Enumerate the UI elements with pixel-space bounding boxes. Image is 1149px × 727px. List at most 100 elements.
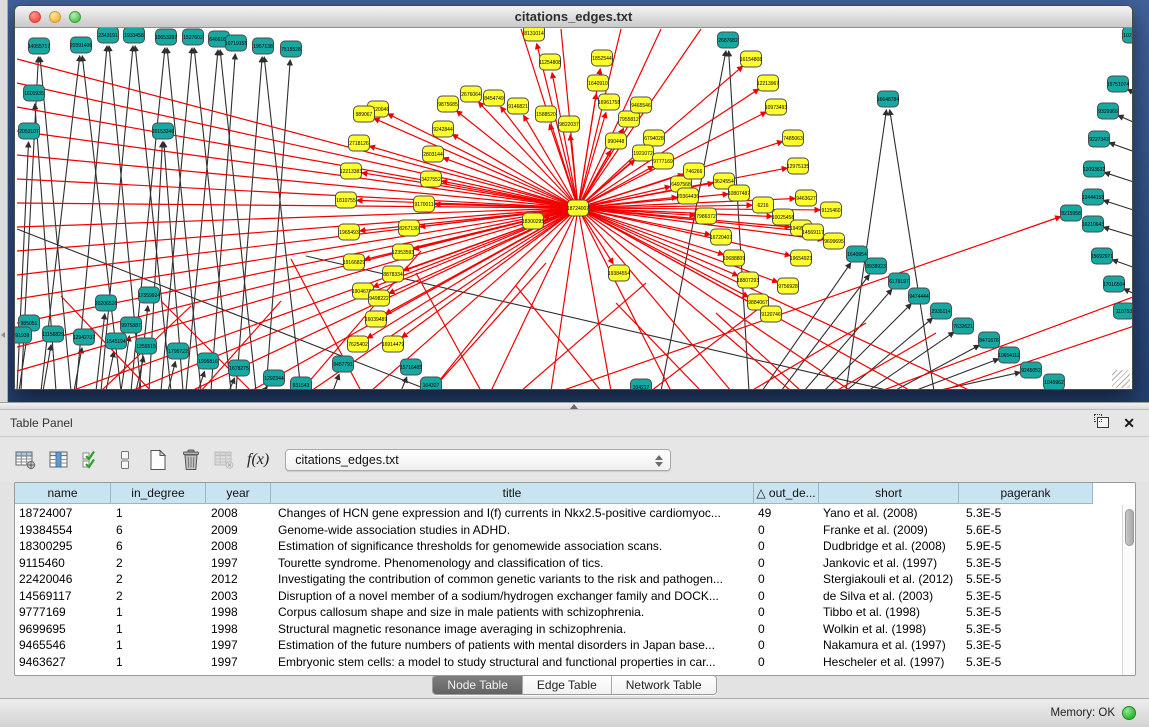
- column-header-year[interactable]: year: [206, 483, 271, 504]
- network-node[interactable]: 9875685: [438, 96, 459, 112]
- network-node[interactable]: 9465546: [631, 97, 652, 113]
- show-column-button[interactable]: [45, 446, 72, 473]
- network-node[interactable]: 746266: [684, 163, 705, 179]
- network-node[interactable]: 8878334: [383, 266, 404, 282]
- scrollbar-thumb[interactable]: [1125, 509, 1134, 546]
- network-node[interactable]: 7632621: [953, 318, 974, 334]
- network-node[interactable]: 8215958: [1061, 205, 1082, 221]
- network-node[interactable]: 9242844: [433, 121, 454, 137]
- divider-collapse-icon[interactable]: [570, 404, 578, 409]
- network-node[interactable]: 17016504: [1103, 276, 1125, 292]
- network-graph-svg[interactable]: 1405571720391406234319119334581065328715…: [15, 28, 1132, 390]
- network-node[interactable]: 1933458: [124, 28, 145, 43]
- network-node[interactable]: 12942737: [73, 329, 95, 345]
- network-node[interactable]: 9822037: [559, 116, 580, 132]
- network-node[interactable]: 10973493: [765, 99, 787, 115]
- network-node[interactable]: 15751074: [1107, 76, 1129, 92]
- network-edge[interactable]: [894, 345, 979, 390]
- network-node[interactable]: 10653287: [155, 29, 177, 45]
- network-node[interactable]: 1250515: [136, 338, 157, 354]
- network-node[interactable]: 1292344: [264, 370, 285, 386]
- network-node[interactable]: 1021559: [1123, 28, 1133, 43]
- network-node[interactable]: 1545194: [106, 333, 127, 349]
- table-mode-button[interactable]: [12, 446, 39, 473]
- network-node[interactable]: 1640954: [847, 246, 868, 262]
- network-edge[interactable]: [264, 387, 267, 390]
- resize-grip-icon[interactable]: [1112, 370, 1130, 388]
- table-row[interactable]: 1456911722003Disruption of a novel membe…: [15, 588, 1122, 605]
- network-node[interactable]: 1795722: [168, 343, 189, 359]
- network-edge[interactable]: [17, 107, 578, 208]
- network-node[interactable]: 2053107: [19, 123, 40, 139]
- network-node[interactable]: 20153346: [152, 123, 174, 139]
- network-node[interactable]: 1965493: [339, 224, 360, 240]
- network-node[interactable]: 9777169: [653, 153, 674, 169]
- network-node[interactable]: 16648784: [877, 91, 899, 107]
- network-node[interactable]: 12353593: [392, 244, 414, 260]
- network-node[interactable]: 16961758: [598, 94, 620, 110]
- table-row[interactable]: 946554611997Estimation of the future num…: [15, 637, 1122, 654]
- table-row[interactable]: 1830029562008Estimation of significance …: [15, 538, 1122, 555]
- network-node[interactable]: 16154808: [740, 51, 762, 67]
- network-node[interactable]: 1601935: [24, 85, 45, 101]
- create-column-button[interactable]: [144, 446, 171, 473]
- network-node[interactable]: 15692971: [1091, 248, 1113, 264]
- network-edge[interactable]: [716, 313, 801, 390]
- network-node[interactable]: 8131014: [524, 28, 545, 41]
- network-node[interactable]: 14569117: [802, 224, 824, 240]
- column-header-title[interactable]: title: [271, 483, 754, 504]
- network-edge[interactable]: [1103, 200, 1132, 215]
- network-node[interactable]: 19654923: [790, 250, 812, 266]
- network-edge[interactable]: [17, 59, 578, 208]
- delete-column-button[interactable]: [177, 446, 204, 473]
- network-edge[interactable]: [1104, 227, 1132, 241]
- network-node[interactable]: 1967138: [253, 38, 274, 54]
- table-row[interactable]: 911546021997Tourette syndrome. Phenomeno…: [15, 555, 1122, 572]
- network-node[interactable]: 2343191: [98, 28, 119, 43]
- network-node[interactable]: 1527602: [183, 29, 204, 45]
- network-edge[interactable]: [578, 113, 606, 208]
- network-node[interactable]: 20391406: [70, 37, 92, 53]
- network-node[interactable]: 2935114: [931, 303, 952, 319]
- network-node[interactable]: 16039489: [365, 311, 387, 327]
- network-node[interactable]: 10807487: [728, 185, 750, 201]
- network-node[interactable]: 20206526: [95, 295, 117, 311]
- network-edge[interactable]: [578, 208, 731, 390]
- control-panel-collapsed-strip[interactable]: [0, 0, 8, 402]
- column-header-in_degree[interactable]: in_degree: [111, 483, 206, 504]
- network-node[interactable]: 2803144: [423, 146, 444, 162]
- network-edge[interactable]: [167, 48, 201, 390]
- network-edge[interactable]: [578, 208, 671, 390]
- network-node[interactable]: 6794028: [644, 130, 665, 146]
- network-window-titlebar[interactable]: citations_edges.txt: [15, 6, 1132, 28]
- network-edge[interactable]: [521, 283, 646, 390]
- network-node[interactable]: 10654112: [998, 347, 1020, 363]
- network-node[interactable]: 1640910: [588, 75, 609, 91]
- network-node[interactable]: 1588520: [536, 106, 557, 122]
- network-edge[interactable]: [17, 155, 578, 208]
- panel-expand-arrow-icon[interactable]: [1, 332, 5, 338]
- network-canvas[interactable]: 1405571720391406234319119334581065328715…: [15, 28, 1132, 390]
- table-row[interactable]: 2242004622012Investigating the contribut…: [15, 571, 1122, 588]
- network-node[interactable]: 8454749: [484, 90, 505, 106]
- column-header-pagerank[interactable]: pagerank: [959, 483, 1093, 504]
- network-node[interactable]: 1921072: [633, 145, 654, 161]
- tab-network-table[interactable]: Network Table: [612, 676, 716, 694]
- network-node[interactable]: 1810755: [336, 192, 357, 208]
- network-edge[interactable]: [333, 374, 339, 390]
- network-edge[interactable]: [1104, 172, 1132, 187]
- network-edge[interactable]: [106, 352, 114, 390]
- network-node[interactable]: 9498222: [369, 290, 390, 306]
- tab-node-table[interactable]: Node Table: [433, 676, 523, 694]
- network-node[interactable]: 1045962: [1044, 374, 1065, 390]
- table-row[interactable]: 946362711997Embryonic stem cells: a mode…: [15, 654, 1122, 671]
- network-node[interactable]: 11156829: [42, 326, 64, 342]
- network-node[interactable]: 6216: [753, 197, 774, 213]
- network-node[interactable]: 9975887: [121, 317, 142, 333]
- tab-edge-table[interactable]: Edge Table: [523, 676, 612, 694]
- table-row[interactable]: 977716911998Corpus callosum shape and si…: [15, 604, 1122, 621]
- network-node[interactable]: 1678275: [229, 360, 250, 376]
- network-node[interactable]: 7625402: [348, 336, 369, 352]
- network-node[interactable]: 15716485: [400, 359, 422, 375]
- network-node[interactable]: 17359924: [138, 287, 160, 303]
